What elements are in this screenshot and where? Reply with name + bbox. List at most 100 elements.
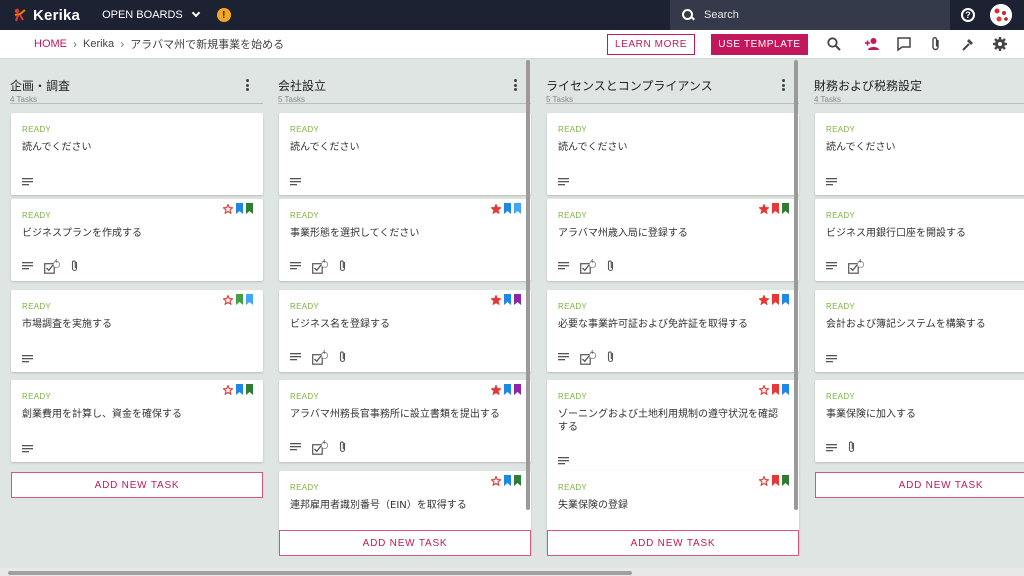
bookmark-tag-icon bbox=[782, 203, 789, 214]
star-filled-icon[interactable] bbox=[491, 384, 501, 395]
column-scrollbar[interactable] bbox=[526, 60, 530, 510]
star-filled-icon[interactable] bbox=[759, 294, 769, 305]
attachment-icon[interactable] bbox=[928, 36, 944, 52]
column-title[interactable]: 会社設立 bbox=[278, 77, 524, 94]
description-icon[interactable] bbox=[290, 442, 301, 451]
task-card[interactable]: READY 読んでください bbox=[279, 113, 531, 195]
column-title[interactable]: 企画・調査 bbox=[10, 77, 256, 94]
attachment-icon[interactable] bbox=[848, 441, 855, 453]
star-outline-icon[interactable] bbox=[223, 294, 233, 305]
task-card[interactable]: READY 事業保険に加入する bbox=[815, 380, 1024, 462]
checklist-icon[interactable]: 4 bbox=[580, 259, 597, 274]
star-outline-icon[interactable] bbox=[759, 475, 769, 486]
description-icon[interactable] bbox=[290, 177, 301, 186]
task-card[interactable]: READY 市場調査を実施する bbox=[11, 290, 263, 372]
task-card[interactable]: READY 創業費用を計算し、資金を確保する bbox=[11, 380, 263, 462]
task-card[interactable]: READY ビジネスプランを作成する 4 bbox=[11, 199, 263, 281]
star-outline-icon[interactable] bbox=[759, 384, 769, 395]
task-card[interactable]: READY アラバマ州歳入局に登録する 4 bbox=[547, 199, 799, 281]
checklist-icon[interactable]: 4 bbox=[44, 259, 61, 274]
task-card[interactable]: READY 読んでください bbox=[815, 113, 1024, 195]
task-title: アラバマ州歳入局に登録する bbox=[558, 228, 688, 239]
checklist-icon[interactable]: 4 bbox=[312, 440, 329, 455]
checklist-icon[interactable]: 4 bbox=[580, 350, 597, 365]
column-divider bbox=[546, 103, 799, 104]
task-title: 創業費用を計算し、資金を確保する bbox=[22, 409, 182, 420]
add-new-task-button[interactable]: ADD NEW TASK bbox=[547, 530, 799, 556]
star-filled-icon[interactable] bbox=[491, 203, 501, 214]
app-logo[interactable]: Kerika bbox=[12, 7, 80, 24]
task-title: 事業形態を選択してください bbox=[290, 228, 420, 239]
search-icon[interactable] bbox=[826, 36, 842, 52]
task-card[interactable]: READY 事業形態を選択してください 4 bbox=[279, 199, 531, 281]
column-title[interactable]: 財務および税務設定 bbox=[814, 77, 1024, 94]
task-card[interactable]: READY ゾーニングおよび土地利用規制の遵守状況を確認する bbox=[547, 380, 799, 474]
attachment-icon[interactable] bbox=[339, 259, 346, 272]
open-boards-menu[interactable]: OPEN BOARDS bbox=[102, 8, 201, 21]
attachment-icon[interactable] bbox=[607, 350, 614, 363]
task-status: READY bbox=[22, 392, 52, 401]
board-scroll-thumb[interactable] bbox=[8, 571, 632, 575]
description-icon[interactable] bbox=[826, 177, 837, 186]
attachment-icon[interactable] bbox=[71, 259, 78, 272]
add-new-task-button[interactable]: ADD NEW TASK bbox=[815, 472, 1024, 498]
task-card[interactable]: READY ビジネス用銀行口座を開設する 4 bbox=[815, 199, 1024, 281]
column-menu-icon[interactable] bbox=[514, 79, 518, 91]
description-icon[interactable] bbox=[290, 261, 301, 270]
description-icon[interactable] bbox=[558, 261, 569, 270]
description-icon[interactable] bbox=[290, 352, 301, 361]
task-footer-icons bbox=[290, 177, 312, 186]
task-card[interactable]: READY ビジネス名を登録する 4 bbox=[279, 290, 531, 372]
bookmark-tag-icon bbox=[246, 203, 253, 214]
task-card[interactable]: READY 読んでください bbox=[11, 113, 263, 195]
checklist-icon[interactable]: 4 bbox=[848, 258, 865, 274]
notification-icon[interactable]: ! bbox=[216, 8, 231, 22]
learn-more-button[interactable]: LEARN MORE bbox=[607, 34, 695, 55]
star-outline-icon[interactable] bbox=[223, 203, 233, 214]
description-icon[interactable] bbox=[826, 261, 837, 270]
description-icon[interactable] bbox=[22, 177, 33, 186]
attachment-icon[interactable] bbox=[339, 350, 346, 363]
task-card[interactable]: READY 読んでください bbox=[547, 113, 799, 195]
breadcrumb-org[interactable]: Kerika bbox=[83, 38, 114, 50]
use-template-button[interactable]: USE TEMPLATE bbox=[711, 34, 808, 55]
column-title[interactable]: ライセンスとコンプライアンス bbox=[546, 77, 792, 94]
star-filled-icon[interactable] bbox=[491, 294, 501, 305]
task-card[interactable]: READY 会計および簿記システムを構築する bbox=[815, 290, 1024, 372]
description-icon[interactable] bbox=[22, 261, 33, 270]
column-scrollbar[interactable] bbox=[794, 60, 798, 510]
description-icon[interactable] bbox=[22, 444, 33, 453]
attachment-icon[interactable] bbox=[607, 259, 614, 272]
column-menu-icon[interactable] bbox=[782, 79, 786, 91]
checklist-count: 4 bbox=[322, 349, 326, 356]
description-icon[interactable] bbox=[826, 443, 837, 452]
description-icon[interactable] bbox=[558, 177, 569, 186]
avatar[interactable] bbox=[990, 4, 1012, 26]
star-outline-icon[interactable] bbox=[491, 475, 501, 486]
add-person-icon[interactable] bbox=[864, 36, 880, 52]
description-icon[interactable] bbox=[558, 352, 569, 361]
search-input[interactable]: Search bbox=[704, 9, 739, 21]
breadcrumb-home[interactable]: HOME bbox=[34, 38, 67, 50]
add-new-task-button[interactable]: ADD NEW TASK bbox=[279, 530, 531, 556]
description-icon[interactable] bbox=[558, 456, 569, 465]
star-outline-icon[interactable] bbox=[223, 384, 233, 395]
attachment-icon[interactable] bbox=[339, 440, 346, 453]
help-icon[interactable]: ? bbox=[961, 8, 975, 22]
checklist-icon[interactable]: 4 bbox=[312, 349, 329, 365]
star-filled-icon[interactable] bbox=[759, 203, 769, 214]
checklist-icon[interactable]: 4 bbox=[312, 259, 329, 274]
checklist-count: 4 bbox=[858, 258, 862, 265]
task-title: アラバマ州務長官事務所に設立書類を提出する bbox=[290, 409, 500, 420]
description-icon[interactable] bbox=[826, 354, 837, 363]
gear-icon[interactable] bbox=[992, 36, 1008, 52]
task-card[interactable]: READY 必要な事業許可証および免許証を取得する 4 bbox=[547, 290, 799, 372]
chat-icon[interactable] bbox=[896, 36, 912, 52]
column-menu-icon[interactable] bbox=[246, 79, 250, 91]
tools-icon[interactable] bbox=[960, 36, 976, 52]
description-icon[interactable] bbox=[22, 354, 33, 363]
add-new-task-button[interactable]: ADD NEW TASK bbox=[11, 472, 263, 498]
task-card[interactable]: READY アラバマ州務長官事務所に設立書類を提出する 4 bbox=[279, 380, 531, 462]
search-bar[interactable]: Search bbox=[670, 0, 950, 30]
bookmark-tag-icon bbox=[772, 475, 779, 486]
